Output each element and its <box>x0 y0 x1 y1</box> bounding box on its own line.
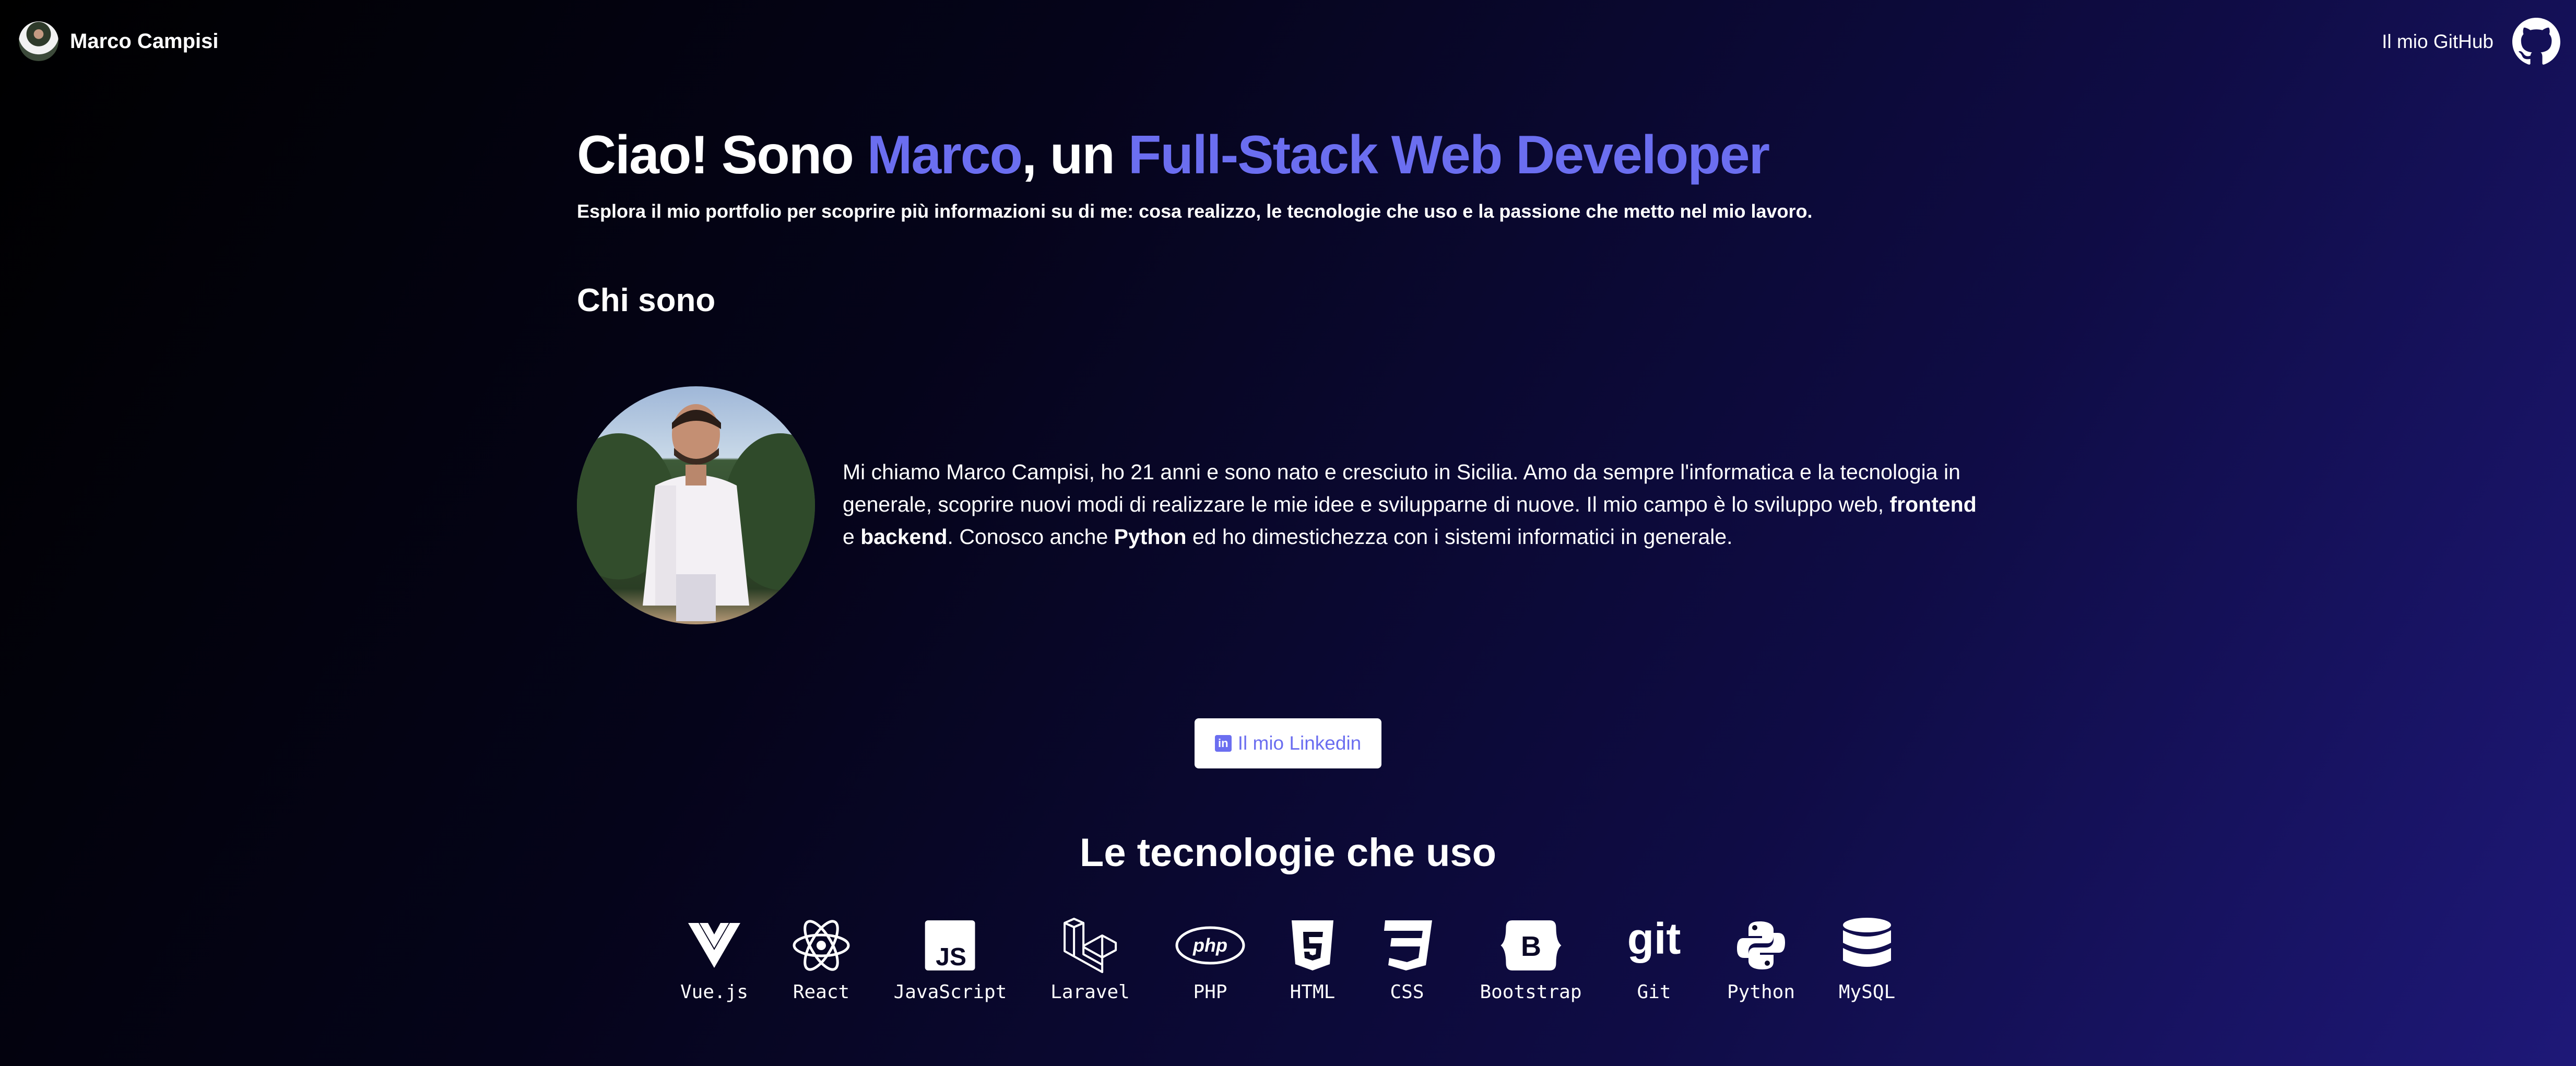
brand-avatar <box>19 21 58 61</box>
tech-css: CSS <box>1370 917 1444 1003</box>
hero-subtitle: Esplora il mio portfolio per scoprire pi… <box>577 200 1813 222</box>
php-icon: php <box>1174 917 1247 974</box>
tech-vue: Vue.js <box>678 917 751 1003</box>
technologies-title: Le tecnologie che uso <box>1079 831 1497 875</box>
react-icon <box>785 917 858 974</box>
hero-title: Ciao! Sono Marco, un Full-Stack Web Deve… <box>577 125 1770 185</box>
svg-text:B: B <box>1520 931 1541 962</box>
linkedin-icon: in <box>1214 735 1232 752</box>
html5-icon <box>1276 917 1349 974</box>
tech-label: Git <box>1637 981 1671 1003</box>
about-text: Mi chiamo Marco Campisi, ho 21 anni e so… <box>843 460 1977 549</box>
tech-label: HTML <box>1290 981 1336 1003</box>
hero: Ciao! Sono Marco, un Full-Stack Web Deve… <box>577 125 2007 222</box>
bootstrap-icon: B <box>1494 917 1567 974</box>
about-title: Chi sono <box>577 282 716 318</box>
tech-label: JavaScript <box>893 981 1007 1003</box>
github-icon[interactable] <box>2512 18 2560 66</box>
backend-highlight: backend <box>860 525 948 549</box>
tech-javascript: JS JavaScript <box>894 917 1007 1003</box>
hero-name-highlight: Marco <box>867 125 1023 185</box>
tech-label: MySQL <box>1838 981 1896 1003</box>
tech-php: php PHP <box>1174 917 1247 1003</box>
svg-text:JS: JS <box>936 943 967 970</box>
tech-html: HTML <box>1276 917 1349 1003</box>
git-icon: git <box>1617 917 1691 974</box>
brand-name: Marco Campisi <box>70 29 219 53</box>
vue-icon <box>678 917 751 974</box>
frontend-highlight: frontend <box>1889 492 1977 516</box>
hero-role-highlight: Full-Stack Web Developer <box>1128 125 1770 185</box>
tech-python: Python <box>1724 917 1798 1003</box>
mysql-icon <box>1830 917 1904 974</box>
tech-label: Bootstrap <box>1480 981 1582 1003</box>
javascript-icon: JS <box>914 917 987 974</box>
python-icon <box>1724 917 1798 974</box>
css3-icon <box>1370 917 1444 974</box>
python-highlight: Python <box>1114 525 1187 549</box>
svg-text:git: git <box>1627 920 1681 963</box>
navbar: Marco Campisi Il mio GitHub <box>0 0 2576 84</box>
profile-photo <box>577 386 815 624</box>
tech-label: Laravel <box>1050 981 1130 1003</box>
tech-label: PHP <box>1193 981 1227 1003</box>
tech-react: React <box>785 917 858 1003</box>
tech-label: Vue.js <box>680 981 749 1003</box>
svg-text:php: php <box>1192 934 1227 956</box>
tech-label: React <box>793 981 850 1003</box>
technologies-list: Vue.js React JS JavaScript Laravel php P… <box>0 917 2576 1011</box>
tech-bootstrap: B Bootstrap <box>1480 917 1582 1003</box>
tech-label: CSS <box>1390 981 1424 1003</box>
github-label: Il mio GitHub <box>2382 31 2494 52</box>
linkedin-button[interactable]: in Il mio Linkedin <box>1195 718 1381 768</box>
brand[interactable]: Marco Campisi <box>19 21 219 61</box>
tech-git: git Git <box>1617 917 1691 1003</box>
tech-mysql: MySQL <box>1830 917 1904 1003</box>
github-link[interactable]: Il mio GitHub <box>2382 18 2560 66</box>
tech-laravel: Laravel <box>1050 917 1130 1003</box>
tech-label: Python <box>1727 981 1795 1003</box>
laravel-icon <box>1054 917 1127 974</box>
linkedin-label: Il mio Linkedin <box>1237 732 1362 754</box>
